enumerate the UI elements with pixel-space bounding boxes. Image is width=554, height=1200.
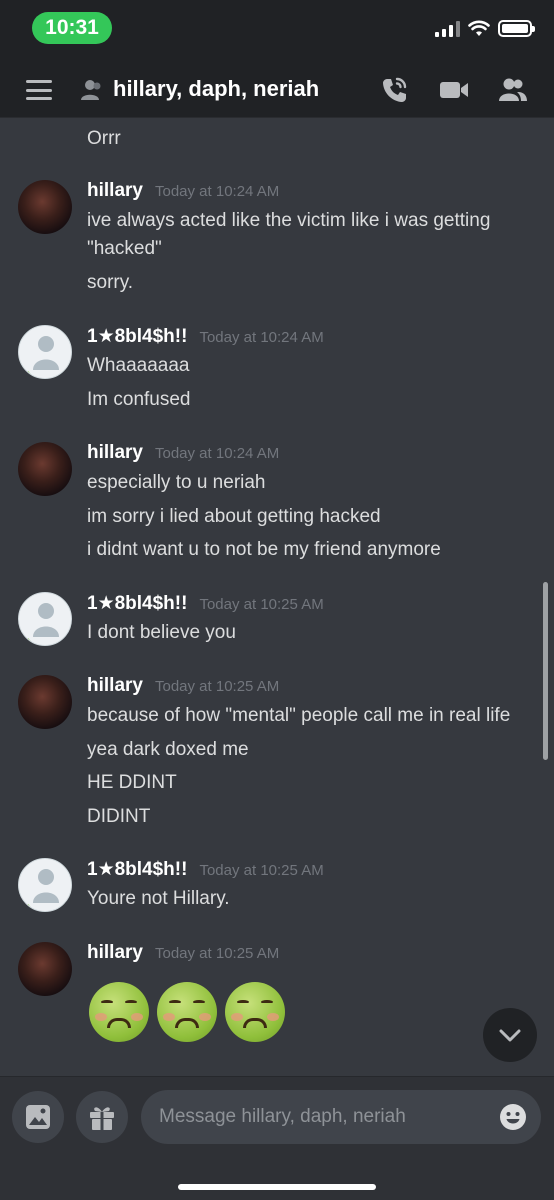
message-input[interactable] bbox=[159, 1090, 489, 1144]
message-author[interactable]: 1★8bl4$h!! bbox=[87, 858, 187, 881]
message-author[interactable]: 1★8bl4$h!! bbox=[87, 325, 187, 348]
gift-icon bbox=[90, 1107, 114, 1130]
message-text: I dont believe you bbox=[87, 622, 236, 643]
wifi-icon bbox=[468, 20, 490, 36]
gift-button[interactable] bbox=[76, 1091, 128, 1143]
nauseated-face-icon bbox=[89, 982, 149, 1042]
avatar[interactable] bbox=[18, 675, 72, 729]
home-indicator bbox=[178, 1184, 376, 1190]
message-list[interactable]: Orrr hillary Today at 10:24 AM ive alway… bbox=[0, 118, 554, 1076]
battery-icon bbox=[498, 20, 535, 37]
channel-header: hillary, daph, neriah bbox=[0, 62, 554, 118]
avatar[interactable] bbox=[18, 325, 72, 379]
channel-title: hillary, daph, neriah bbox=[113, 76, 320, 101]
message-timestamp: Today at 10:24 AM bbox=[154, 445, 280, 462]
message-author[interactable]: 1★8bl4$h!! bbox=[87, 592, 187, 615]
message-author[interactable]: hillary bbox=[87, 675, 143, 697]
message-text: Im confused bbox=[87, 389, 191, 410]
message-timestamp: Today at 10:25 AM bbox=[154, 945, 280, 962]
scroll-to-bottom-button[interactable] bbox=[483, 1008, 537, 1062]
avatar[interactable] bbox=[18, 442, 72, 496]
message-text: especially to u neriah bbox=[87, 472, 266, 493]
message-text: "hacked" bbox=[87, 238, 162, 259]
message-text: HE DDINT bbox=[87, 772, 177, 793]
call-icon[interactable] bbox=[378, 74, 410, 106]
message-author[interactable]: hillary bbox=[87, 180, 143, 202]
status-time: 10:31 bbox=[32, 12, 112, 44]
scrollbar[interactable] bbox=[543, 582, 548, 760]
message-text: yea dark doxed me bbox=[87, 739, 249, 760]
members-icon[interactable] bbox=[496, 74, 528, 106]
avatar[interactable] bbox=[18, 942, 72, 996]
message-timestamp: Today at 10:24 AM bbox=[199, 329, 324, 346]
message-timestamp: Today at 10:25 AM bbox=[199, 596, 324, 613]
message-timestamp: Today at 10:24 AM bbox=[154, 183, 280, 200]
message-text: i didnt want u to not be my friend anymo… bbox=[87, 539, 441, 560]
message-text: sorry. bbox=[87, 272, 134, 293]
nauseated-face-icon bbox=[225, 982, 285, 1042]
image-icon bbox=[26, 1105, 50, 1129]
message-timestamp: Today at 10:25 AM bbox=[199, 862, 324, 879]
message-text: Orrr bbox=[87, 128, 121, 149]
nauseated-face-icon bbox=[157, 982, 217, 1042]
message-text: because of how "mental" people call me i… bbox=[87, 705, 511, 726]
default-user-icon bbox=[25, 603, 67, 645]
message-input-container[interactable] bbox=[141, 1090, 541, 1144]
message-text: Whaaaaaaa bbox=[87, 355, 190, 376]
message-composer bbox=[0, 1076, 554, 1200]
avatar[interactable] bbox=[18, 592, 72, 646]
default-user-icon bbox=[25, 869, 67, 911]
group-dm-icon bbox=[81, 80, 101, 100]
message-timestamp: Today at 10:25 AM bbox=[154, 678, 280, 695]
cellular-signal-icon bbox=[435, 20, 460, 37]
message-text: ive always acted like the victim like i … bbox=[87, 210, 491, 231]
message-text: im sorry i lied about getting hacked bbox=[87, 506, 381, 527]
message-author[interactable]: hillary bbox=[87, 942, 143, 964]
default-user-icon bbox=[25, 336, 67, 378]
chevron-down-icon bbox=[499, 1029, 521, 1042]
message-text: Youre not Hillary. bbox=[87, 888, 230, 909]
video-camera-icon[interactable] bbox=[438, 74, 470, 106]
status-icons bbox=[435, 20, 535, 37]
attach-image-button[interactable] bbox=[12, 1091, 64, 1143]
emoji-picker-icon[interactable] bbox=[499, 1103, 527, 1131]
message-text: DIDINT bbox=[87, 806, 151, 827]
message-author[interactable]: hillary bbox=[87, 442, 143, 464]
avatar[interactable] bbox=[18, 858, 72, 912]
status-bar: 10:31 bbox=[0, 0, 554, 62]
emoji-message bbox=[89, 982, 285, 1042]
avatar[interactable] bbox=[18, 180, 72, 234]
menu-icon[interactable] bbox=[26, 80, 52, 100]
